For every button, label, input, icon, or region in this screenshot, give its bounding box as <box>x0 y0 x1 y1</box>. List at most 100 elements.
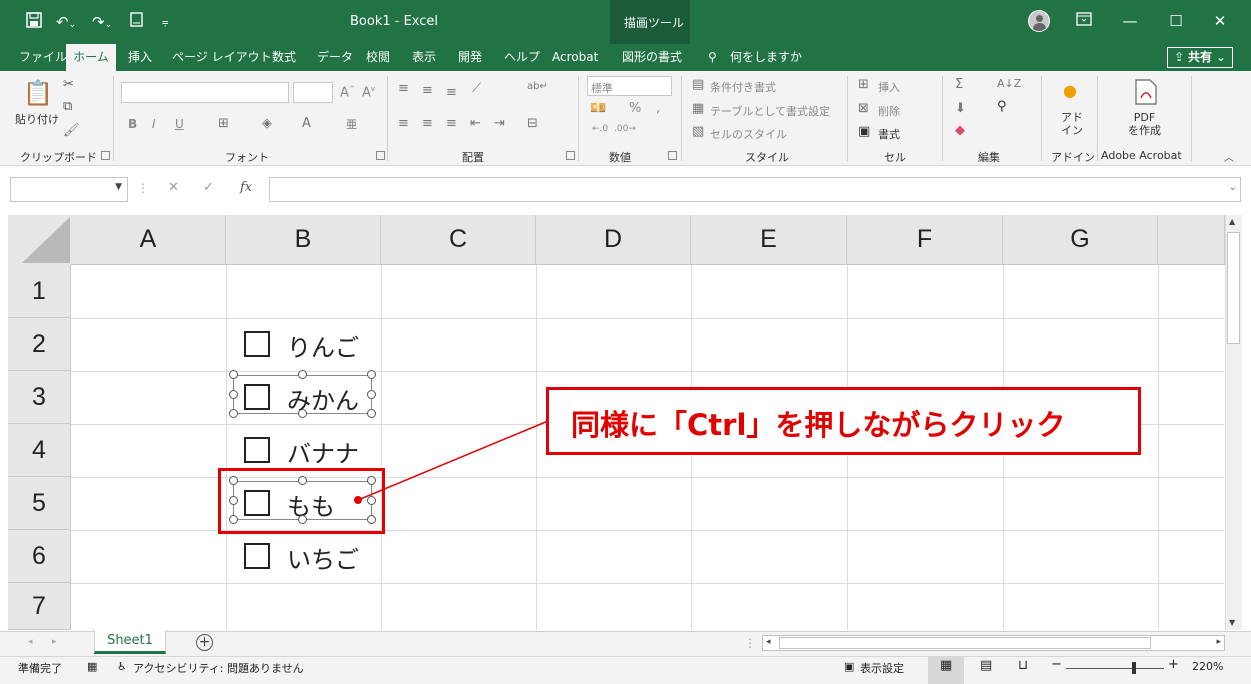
find-select-icon[interactable]: ⚲ <box>997 99 1007 114</box>
add-sheet-icon[interactable]: + <box>196 634 213 651</box>
delete-cells-button[interactable]: 削除 <box>878 103 900 119</box>
addins-icon[interactable]: ● <box>1063 81 1077 100</box>
bold-button[interactable]: B <box>128 117 137 131</box>
align-center-icon[interactable]: ≡ <box>422 116 433 131</box>
scroll-down-icon[interactable]: ▼ <box>1229 618 1235 627</box>
cell-styles-icon[interactable]: ▧ <box>692 124 704 139</box>
insert-function-icon[interactable]: fx <box>240 180 252 195</box>
tab-file[interactable]: ファイル <box>17 44 69 71</box>
resize-handle[interactable] <box>367 409 376 418</box>
checkbox-square[interactable] <box>244 543 270 569</box>
column-header-e[interactable]: E <box>691 215 847 265</box>
tab-acrobat[interactable]: Acrobat <box>550 44 600 71</box>
addins-button[interactable]: アド イン <box>1061 111 1083 137</box>
currency-icon[interactable]: 💴 <box>590 101 606 116</box>
name-box-dropdown-icon[interactable]: ▼ <box>115 182 122 192</box>
align-bottom-icon[interactable]: ≡ <box>446 85 457 100</box>
page-layout-view-icon[interactable]: ▤ <box>980 658 992 673</box>
sheet-tab-sheet1[interactable]: Sheet1 <box>94 630 166 654</box>
zoom-in-icon[interactable]: + <box>1168 657 1179 672</box>
column-header-d[interactable]: D <box>536 215 691 265</box>
resize-handle[interactable] <box>367 370 376 379</box>
create-pdf-button[interactable]: PDF を作成 <box>1128 111 1161 137</box>
column-header-b[interactable]: B <box>226 215 381 265</box>
fill-color-icon[interactable]: ◈ <box>262 116 272 131</box>
page-break-view-icon[interactable]: ⊔ <box>1018 658 1028 673</box>
row-header-1[interactable]: 1 <box>8 265 71 318</box>
redo-icon[interactable]: ↷⌄ <box>92 12 112 32</box>
sheet-prev-icon[interactable]: ◂ <box>28 637 33 647</box>
autosum-icon[interactable]: Σ <box>955 77 963 92</box>
ribbon-display-icon[interactable] <box>1072 12 1096 30</box>
zoom-slider-track[interactable] <box>1066 668 1164 669</box>
column-header-c[interactable]: C <box>381 215 536 265</box>
horizontal-scroll-thumb[interactable] <box>779 637 1151 649</box>
insert-cells-icon[interactable]: ⊞ <box>858 77 869 92</box>
font-name-select[interactable] <box>121 82 289 103</box>
row-header-4[interactable]: 4 <box>8 424 71 477</box>
italic-button[interactable]: I <box>152 117 156 131</box>
resize-handle[interactable] <box>367 390 376 399</box>
border-icon[interactable]: ⊞ <box>218 116 229 131</box>
name-box[interactable]: ▼ <box>10 177 128 202</box>
tab-review[interactable]: 校閲 <box>364 44 392 71</box>
insert-cells-button[interactable]: 挿入 <box>878 79 900 95</box>
decrease-font-icon[interactable]: Av <box>362 85 375 100</box>
horizontal-scrollbar[interactable]: ◂ ▸ <box>762 635 1225 651</box>
resize-handle[interactable] <box>229 390 238 399</box>
number-format-select[interactable]: 標準 <box>587 76 672 96</box>
paste-label[interactable]: 貼り付け <box>15 111 59 127</box>
tell-me-icon[interactable]: ⚲ <box>706 44 719 71</box>
sort-filter-icon[interactable]: A↓Z <box>997 77 1021 90</box>
conditional-format-button[interactable]: 条件付き書式 <box>710 79 776 95</box>
align-top-icon[interactable]: ≡ <box>398 81 409 96</box>
customize-qat-icon[interactable]: ⩦ <box>162 12 168 32</box>
formula-input[interactable]: ⌄ <box>269 177 1241 202</box>
display-settings-button[interactable]: 表示設定 <box>860 660 904 676</box>
zoom-slider-thumb[interactable] <box>1132 662 1136 674</box>
vertical-scroll-thumb[interactable] <box>1227 232 1240 344</box>
enter-formula-icon[interactable]: ✓ <box>203 180 214 195</box>
clipboard-launcher-icon[interactable] <box>101 151 110 160</box>
scroll-up-icon[interactable]: ▲ <box>1229 217 1235 226</box>
delete-cells-icon[interactable]: ⊠ <box>858 101 869 116</box>
maximize-icon[interactable]: ☐ <box>1164 12 1188 30</box>
tab-home[interactable]: ホーム <box>66 44 116 71</box>
wrap-text-icon[interactable]: ab↵ <box>527 81 548 92</box>
tab-developer[interactable]: 開発 <box>456 44 484 71</box>
create-pdf-icon[interactable] <box>1135 79 1157 109</box>
decrease-indent-icon[interactable]: ⇤ <box>470 116 481 131</box>
copy-icon[interactable]: ⧉ <box>63 99 72 114</box>
fill-icon[interactable]: ⬇ <box>955 101 966 116</box>
column-header-a[interactable]: A <box>71 215 226 265</box>
format-cells-icon[interactable]: ▣ <box>858 124 870 139</box>
tab-view[interactable]: 表示 <box>410 44 438 71</box>
percent-button[interactable]: % <box>629 101 641 116</box>
clear-icon[interactable]: ◆ <box>955 123 965 138</box>
undo-icon[interactable]: ↶⌄ <box>56 12 76 32</box>
checkbox-square[interactable] <box>244 331 270 357</box>
column-header-f[interactable]: F <box>847 215 1003 265</box>
tab-formulas[interactable]: 数式 <box>270 44 298 71</box>
checkbox-square[interactable] <box>244 437 270 463</box>
tab-data[interactable]: データ <box>315 44 355 71</box>
resize-handle[interactable] <box>298 409 307 418</box>
column-header-partial[interactable] <box>1158 215 1225 265</box>
align-right-icon[interactable]: ≡ <box>446 116 457 131</box>
zoom-level[interactable]: 220% <box>1192 660 1223 673</box>
print-preview-icon[interactable] <box>130 12 144 32</box>
row-header-3[interactable]: 3 <box>8 371 71 424</box>
row-header-2[interactable]: 2 <box>8 318 71 371</box>
tab-shape-format[interactable]: 図形の書式 <box>620 44 684 71</box>
format-cells-button[interactable]: 書式 <box>878 126 900 142</box>
phonetic-icon[interactable]: 亜 <box>346 116 357 132</box>
share-button[interactable]: ⇪ 共有 ⌄ <box>1167 47 1233 68</box>
alignment-launcher-icon[interactable] <box>566 151 575 160</box>
expand-formula-icon[interactable]: ⌄ <box>1229 182 1237 193</box>
tab-insert[interactable]: 挿入 <box>126 44 154 71</box>
decrease-decimal-icon[interactable]: .00→ <box>614 124 636 134</box>
underline-button[interactable]: U <box>175 117 184 131</box>
font-size-select[interactable] <box>293 82 333 103</box>
row-header-7[interactable]: 7 <box>8 583 71 630</box>
cut-icon[interactable]: ✂ <box>63 77 74 92</box>
